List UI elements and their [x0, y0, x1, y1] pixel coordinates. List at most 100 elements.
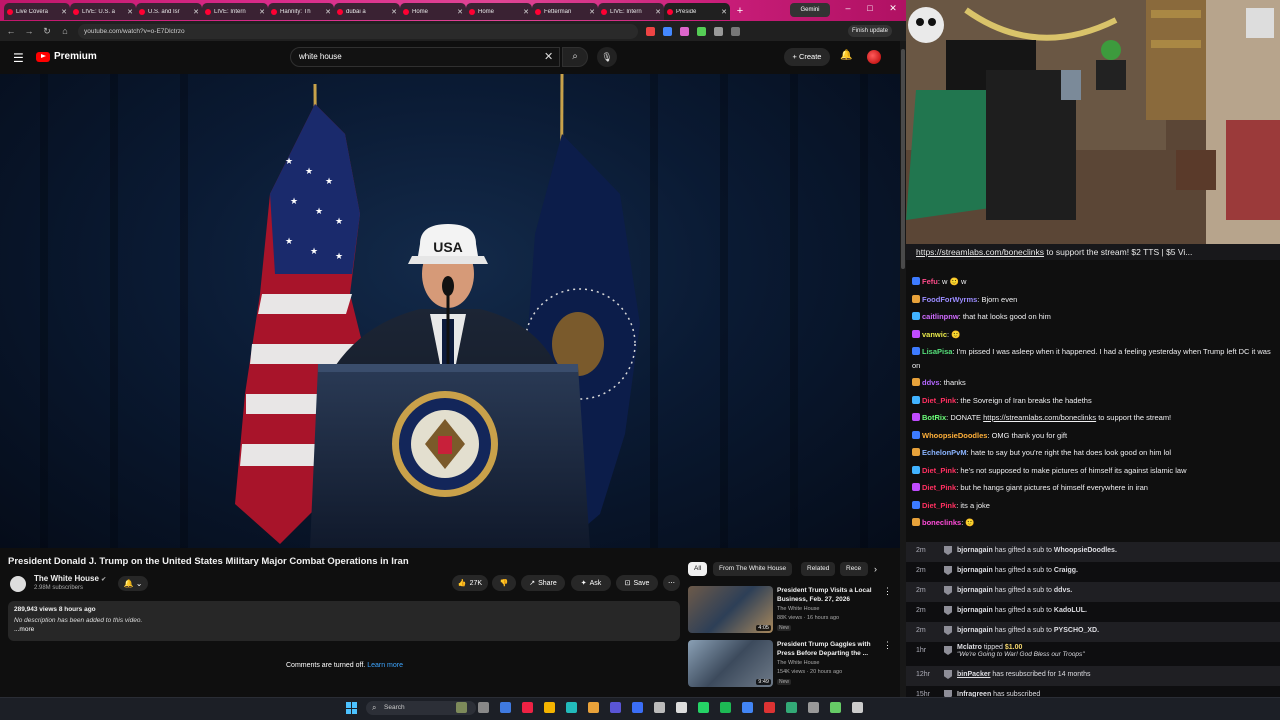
chip-all[interactable]: All — [688, 562, 708, 576]
chevron-right-icon[interactable]: › — [874, 564, 877, 574]
browser-tab[interactable]: Hannity: Th ✕ — [268, 3, 334, 20]
ask-button[interactable]: ✦ Ask — [571, 575, 611, 591]
save-button[interactable]: ⊡ Save — [616, 575, 658, 591]
microphone-icon[interactable]: 🎙 — [597, 47, 617, 67]
extension-icon[interactable] — [731, 26, 740, 36]
taskbar-app-icon[interactable] — [566, 702, 577, 713]
tab-close-icon[interactable]: ✕ — [259, 8, 265, 16]
chat-username[interactable]: caitlinpnw — [922, 312, 959, 321]
tab-close-icon[interactable]: ✕ — [655, 8, 661, 16]
taskbar-app-icon[interactable] — [698, 702, 709, 713]
chat-username[interactable]: LisaPisa — [922, 347, 952, 356]
taskbar-app-icon[interactable] — [522, 702, 533, 713]
taskbar-app-icon[interactable] — [676, 702, 687, 713]
create-button[interactable]: + Create — [784, 48, 830, 66]
browser-tab[interactable]: Home ✕ — [400, 3, 466, 20]
maximize-button[interactable]: □ — [860, 3, 880, 13]
alert-username[interactable]: bjornagain — [957, 627, 993, 634]
channel-name[interactable]: The White House ✔ — [34, 574, 106, 583]
related-video[interactable]: 9:49 President Trump Gaggles with Press … — [688, 640, 900, 688]
extension-icon[interactable] — [680, 26, 689, 36]
taskbar-app-icon[interactable] — [654, 702, 665, 713]
alert-username[interactable]: bjornagain — [957, 567, 993, 574]
new-tab-button[interactable]: + — [733, 4, 747, 18]
taskbar-app-icon[interactable] — [808, 702, 819, 713]
chip-from-the-white-house[interactable]: From The White House — [713, 562, 793, 576]
taskbar-app-icon[interactable] — [742, 702, 753, 713]
alert-username[interactable]: binPacker — [957, 671, 990, 678]
taskbar-app-icon[interactable] — [588, 702, 599, 713]
tab-close-icon[interactable]: ✕ — [325, 8, 331, 16]
show-more-link[interactable]: ...more — [14, 626, 674, 633]
chat-username[interactable]: Fefu — [922, 277, 938, 286]
like-button[interactable]: 👍 27K — [452, 575, 488, 591]
back-icon[interactable]: ← — [6, 26, 16, 36]
taskbar-app-icon[interactable] — [544, 702, 555, 713]
home-icon[interactable]: ⌂ — [60, 26, 70, 36]
chat-username[interactable]: Diet_Pink — [922, 466, 956, 475]
chat-username[interactable]: WhoopsieDoodles — [922, 431, 987, 440]
tab-close-icon[interactable]: ✕ — [457, 8, 463, 16]
taskbar-app-icon[interactable] — [764, 702, 775, 713]
extension-icon[interactable] — [697, 26, 706, 36]
related-video[interactable]: 4:05 President Trump Visits a Local Busi… — [688, 586, 900, 634]
chat-username[interactable]: FoodForWyrms — [922, 295, 977, 304]
tab-close-icon[interactable]: ✕ — [127, 8, 133, 16]
browser-tab[interactable]: Preside ✕ — [664, 3, 730, 20]
browser-tab[interactable]: Home ✕ — [466, 3, 532, 20]
taskbar-app-icon[interactable] — [852, 702, 863, 713]
menu-icon[interactable]: ☰ — [13, 51, 24, 65]
url-field[interactable]: youtube.com/watch?v=o-E7Dlctrzo — [78, 23, 638, 39]
kebab-menu-icon[interactable]: ⋮ — [883, 586, 892, 597]
browser-tab[interactable]: dubai a ✕ — [334, 3, 400, 20]
chat-username[interactable]: Diet_Pink — [922, 501, 956, 510]
tab-close-icon[interactable]: ✕ — [391, 8, 397, 16]
taskbar-app-icon[interactable] — [610, 702, 621, 713]
clear-search-icon[interactable]: ✕ — [544, 50, 553, 63]
tab-close-icon[interactable]: ✕ — [523, 8, 529, 16]
notifications-bell-icon[interactable]: 🔔 — [840, 50, 852, 61]
learn-more-link[interactable]: Learn more — [367, 662, 403, 669]
alert-username[interactable]: bjornagain — [957, 587, 993, 594]
tab-close-icon[interactable]: ✕ — [721, 8, 727, 16]
forward-icon[interactable]: → — [24, 26, 34, 36]
tab-close-icon[interactable]: ✕ — [589, 8, 595, 16]
channel-avatar[interactable] — [10, 576, 26, 592]
tab-close-icon[interactable]: ✕ — [61, 8, 67, 16]
subscribed-bell-button[interactable]: 🔔 ⌄ — [118, 576, 148, 591]
chat-link[interactable]: https://streamlabs.com/boneclinks — [983, 413, 1096, 422]
video-player[interactable]: ★ ★ ★ ★ ★ ★ ★ ★ ★ USA — [0, 74, 900, 548]
finish-update-button[interactable]: Finish update — [848, 25, 893, 37]
search-input[interactable]: white house — [290, 47, 560, 67]
browser-tab[interactable]: Fetterman ✕ — [532, 3, 598, 20]
extension-icon[interactable] — [646, 26, 655, 36]
chat-username[interactable]: BotRix — [922, 413, 946, 422]
alert-username[interactable]: bjornagain — [957, 547, 993, 554]
more-actions-icon[interactable]: ⋯ — [663, 575, 680, 591]
taskbar-app-icon[interactable] — [500, 702, 511, 713]
taskbar-app-icon[interactable] — [478, 702, 489, 713]
chat-username[interactable]: vanwic — [922, 330, 947, 339]
youtube-logo[interactable]: Premium — [36, 51, 97, 62]
browser-tab[interactable]: U.S. and Isr ✕ — [136, 3, 202, 20]
extension-icon[interactable] — [714, 26, 723, 36]
taskbar-app-icon[interactable] — [720, 702, 731, 713]
share-button[interactable]: ↗ Share — [521, 575, 565, 591]
browser-tab[interactable]: Live Covera ✕ — [4, 3, 70, 20]
browser-tab[interactable]: LIVE: Intern ✕ — [598, 3, 664, 20]
search-button[interactable]: ⌕ — [562, 47, 588, 67]
taskbar-app-icon[interactable] — [786, 702, 797, 713]
close-window-button[interactable]: ✕ — [883, 3, 903, 14]
alert-username[interactable]: Mclatro — [957, 644, 982, 651]
extension-icon[interactable] — [663, 26, 672, 36]
kebab-menu-icon[interactable]: ⋮ — [883, 640, 892, 651]
taskbar-app-icon[interactable] — [632, 702, 643, 713]
dislike-button[interactable]: 👎 — [492, 575, 516, 591]
chat-username[interactable]: EchelonPvM — [922, 448, 967, 457]
chat-username[interactable]: ddvs — [922, 378, 940, 387]
windows-start-icon[interactable] — [346, 702, 358, 714]
chip-recent[interactable]: Rece — [840, 562, 868, 576]
chat-username[interactable]: Diet_Pink — [922, 483, 956, 492]
taskbar-app-icon[interactable] — [456, 702, 467, 713]
chat-username[interactable]: Diet_Pink — [922, 396, 956, 405]
